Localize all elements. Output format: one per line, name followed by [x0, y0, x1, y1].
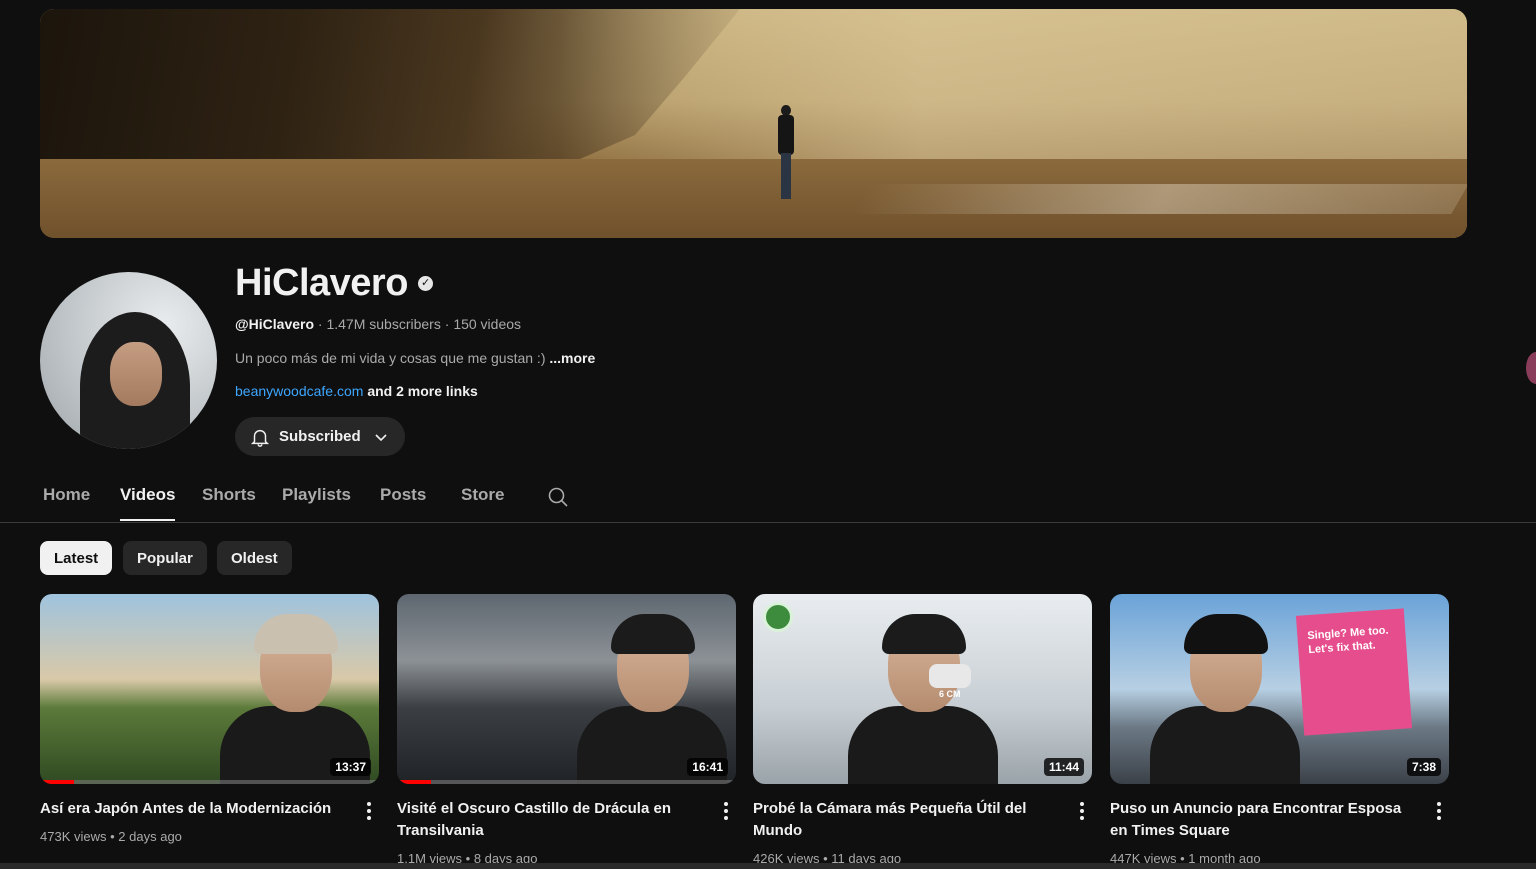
channel-description[interactable]: Un poco más de mi vida y cosas que me gu… [235, 350, 595, 366]
tab-playlists[interactable]: Playlists [282, 485, 351, 505]
channel-links: beanywoodcafe.com and 2 more links [235, 383, 478, 399]
video-thumbnail[interactable]: Single? Me too. Let's fix that. 7:38 [1110, 594, 1449, 784]
channel-meta: @HiClavero · 1.47M subscribers · 150 vid… [235, 316, 521, 332]
description-more-link[interactable]: ...more [549, 350, 595, 366]
channel-avatar[interactable] [40, 272, 217, 449]
banner-surf [851, 184, 1467, 214]
channel-name: HiClavero ✓ [235, 262, 433, 305]
video-thumbnail[interactable]: 16:41 [397, 594, 736, 784]
subscribed-label: Subscribed [279, 428, 361, 445]
channel-name-text: HiClavero [235, 262, 408, 304]
chevron-down-icon [375, 433, 387, 441]
channel-tabs: Home Videos Shorts Playlists Posts Store [0, 475, 1536, 523]
bell-icon [250, 429, 270, 447]
channel-link[interactable]: beanywoodcafe.com [235, 383, 363, 399]
stats-separator: • [110, 829, 115, 844]
banner-person [778, 105, 794, 201]
video-title[interactable]: Visité el Oscuro Castillo de Drácula en … [397, 798, 697, 842]
more-options-icon[interactable] [1080, 802, 1084, 820]
search-icon[interactable] [546, 485, 570, 509]
tab-store[interactable]: Store [461, 485, 504, 505]
thumbnail-person [1150, 614, 1300, 784]
thumbnail-person [848, 614, 998, 784]
video-duration: 11:44 [1043, 758, 1084, 776]
video-card[interactable]: 16:41 Visité el Oscuro Castillo de Drácu… [397, 594, 736, 866]
channel-banner [40, 9, 1467, 238]
horizontal-scrollbar[interactable] [0, 863, 1536, 869]
channel-handle: @HiClavero [235, 316, 315, 332]
video-card[interactable]: 13:37 Así era Japón Antes de la Moderniz… [40, 594, 379, 844]
video-count: 150 videos [453, 316, 522, 332]
filter-latest[interactable]: Latest [40, 541, 113, 575]
video-title[interactable]: Probé la Cámara más Pequeña Útil del Mun… [753, 798, 1053, 842]
more-options-icon[interactable] [367, 802, 371, 820]
video-stats: 473K views • 2 days ago [40, 829, 182, 844]
filter-oldest[interactable]: Oldest [217, 541, 292, 575]
view-count: 473K views [40, 829, 107, 844]
watch-progress [397, 780, 736, 784]
tab-posts[interactable]: Posts [380, 485, 426, 505]
video-card[interactable]: 6 CM 11:44 Probé la Cámara más Pequeña Ú… [753, 594, 1092, 866]
video-title[interactable]: Así era Japón Antes de la Modernización [40, 798, 340, 820]
shield-icon [763, 602, 793, 632]
video-title[interactable]: Puso un Anuncio para Encontrar Esposa en… [1110, 798, 1410, 842]
meta-separator: · [317, 316, 323, 332]
filter-popular[interactable]: Popular [123, 541, 207, 575]
thumbnail-label: 6 CM [939, 689, 961, 699]
more-options-icon[interactable] [1437, 802, 1441, 820]
video-thumbnail[interactable]: 6 CM 11:44 [753, 594, 1092, 784]
watch-progress-fill [397, 780, 431, 784]
more-options-icon[interactable] [724, 802, 728, 820]
watch-progress-fill [40, 780, 74, 784]
watch-progress [40, 780, 379, 784]
video-duration: 16:41 [687, 758, 728, 776]
video-duration: 7:38 [1406, 758, 1441, 776]
more-links-button[interactable]: and 2 more links [367, 383, 477, 399]
video-card[interactable]: Single? Me too. Let's fix that. 7:38 Pus… [1110, 594, 1449, 866]
side-panel-handle[interactable] [1526, 352, 1536, 384]
video-thumbnail[interactable]: 13:37 [40, 594, 379, 784]
verified-badge-icon: ✓ [417, 276, 433, 291]
tab-videos[interactable]: Videos [120, 485, 176, 521]
tab-home[interactable]: Home [43, 485, 90, 505]
description-text: Un poco más de mi vida y cosas que me gu… [235, 350, 546, 366]
upload-age: 2 days ago [118, 829, 182, 844]
subscribed-button[interactable]: Subscribed [235, 417, 405, 456]
tab-shorts[interactable]: Shorts [202, 485, 256, 505]
subscriber-count: 1.47M subscribers [326, 316, 441, 332]
billboard: Single? Me too. Let's fix that. [1295, 608, 1413, 736]
camera-gadget [929, 664, 971, 688]
meta-separator: · [444, 316, 450, 332]
video-duration: 13:37 [330, 758, 371, 776]
